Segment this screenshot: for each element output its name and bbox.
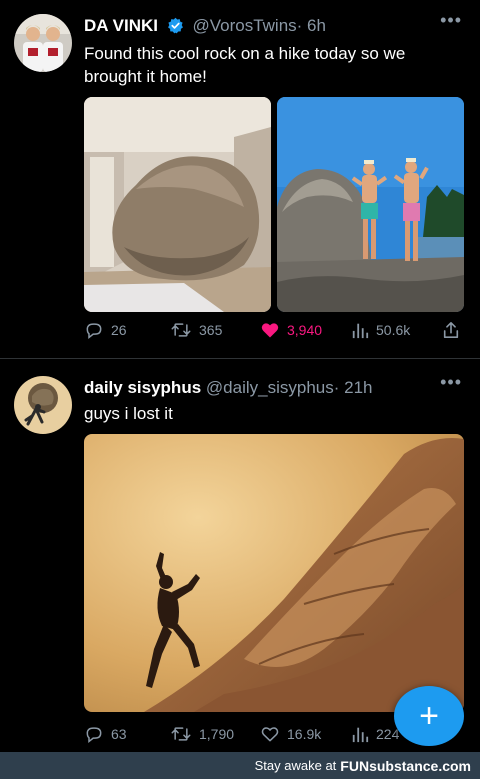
handle[interactable]: @daily_sisyphus: [206, 378, 334, 397]
share-icon: [443, 321, 459, 339]
tweet-header: daily sisyphus @daily_sisyphus· 21h: [84, 378, 372, 398]
share-button[interactable]: [442, 320, 467, 340]
verified-badge-icon: [167, 17, 184, 39]
more-options-icon[interactable]: •••: [440, 372, 462, 393]
display-name[interactable]: daily sisyphus: [84, 378, 201, 397]
tweet[interactable]: DA VINKI @VorosTwins· 6h ••• Found this …: [0, 0, 480, 358]
handle[interactable]: @VorosTwins: [192, 16, 296, 35]
retweet-icon: [171, 727, 191, 741]
reply-button[interactable]: 63: [84, 724, 127, 744]
like-count: 3,940: [287, 322, 323, 338]
like-button[interactable]: 16.9k: [260, 724, 321, 744]
retweet-count: 1,790: [199, 726, 235, 742]
view-count: 224: [376, 726, 400, 742]
heart-outline-icon: [261, 727, 279, 742]
avatar[interactable]: [14, 14, 72, 72]
footer-text: Stay awake at: [254, 758, 337, 773]
view-count: 50.6k: [376, 322, 411, 338]
retweet-button[interactable]: 1,790: [170, 724, 234, 744]
footer-brand[interactable]: FUNsubstance.com: [340, 758, 471, 774]
views-bar-chart-icon: [352, 727, 369, 743]
compose-tweet-button[interactable]: +: [394, 686, 464, 746]
views-button[interactable]: 224: [351, 724, 399, 744]
avatar[interactable]: [14, 376, 72, 434]
tweet-text: Found this cool rock on a hike today so …: [84, 44, 406, 86]
tweet-photo-rock-in-house[interactable]: [84, 97, 271, 312]
timestamp[interactable]: · 21h: [334, 378, 373, 397]
tweet-header: DA VINKI @VorosTwins· 6h: [84, 16, 326, 39]
reply-count: 26: [111, 322, 127, 338]
retweet-button[interactable]: 365: [170, 320, 222, 340]
tweet-photo-sisyphus[interactable]: [84, 434, 464, 712]
tweet-photo-twins-at-rock[interactable]: [277, 97, 464, 312]
tweet-actions: 26 365 3,940 50.6k: [0, 320, 480, 348]
reply-count: 63: [111, 726, 127, 742]
tweet-text: guys i lost it: [84, 404, 173, 423]
reply-icon: [86, 727, 102, 744]
reply-button[interactable]: 26: [84, 320, 127, 340]
reply-icon: [86, 323, 102, 340]
retweet-icon: [171, 323, 191, 337]
like-count: 16.9k: [287, 726, 322, 742]
plus-icon: +: [419, 696, 439, 735]
tweet-divider: [0, 358, 480, 359]
like-button[interactable]: 3,940: [260, 320, 322, 340]
views-button[interactable]: 50.6k: [351, 320, 410, 340]
views-bar-chart-icon: [352, 323, 369, 339]
heart-filled-icon: [261, 323, 279, 338]
retweet-count: 365: [199, 322, 223, 338]
more-options-icon[interactable]: •••: [440, 10, 462, 31]
timestamp[interactable]: · 6h: [297, 16, 326, 35]
watermark-footer: Stay awake at FUNsubstance.com: [0, 752, 480, 779]
display-name[interactable]: DA VINKI: [84, 16, 158, 35]
